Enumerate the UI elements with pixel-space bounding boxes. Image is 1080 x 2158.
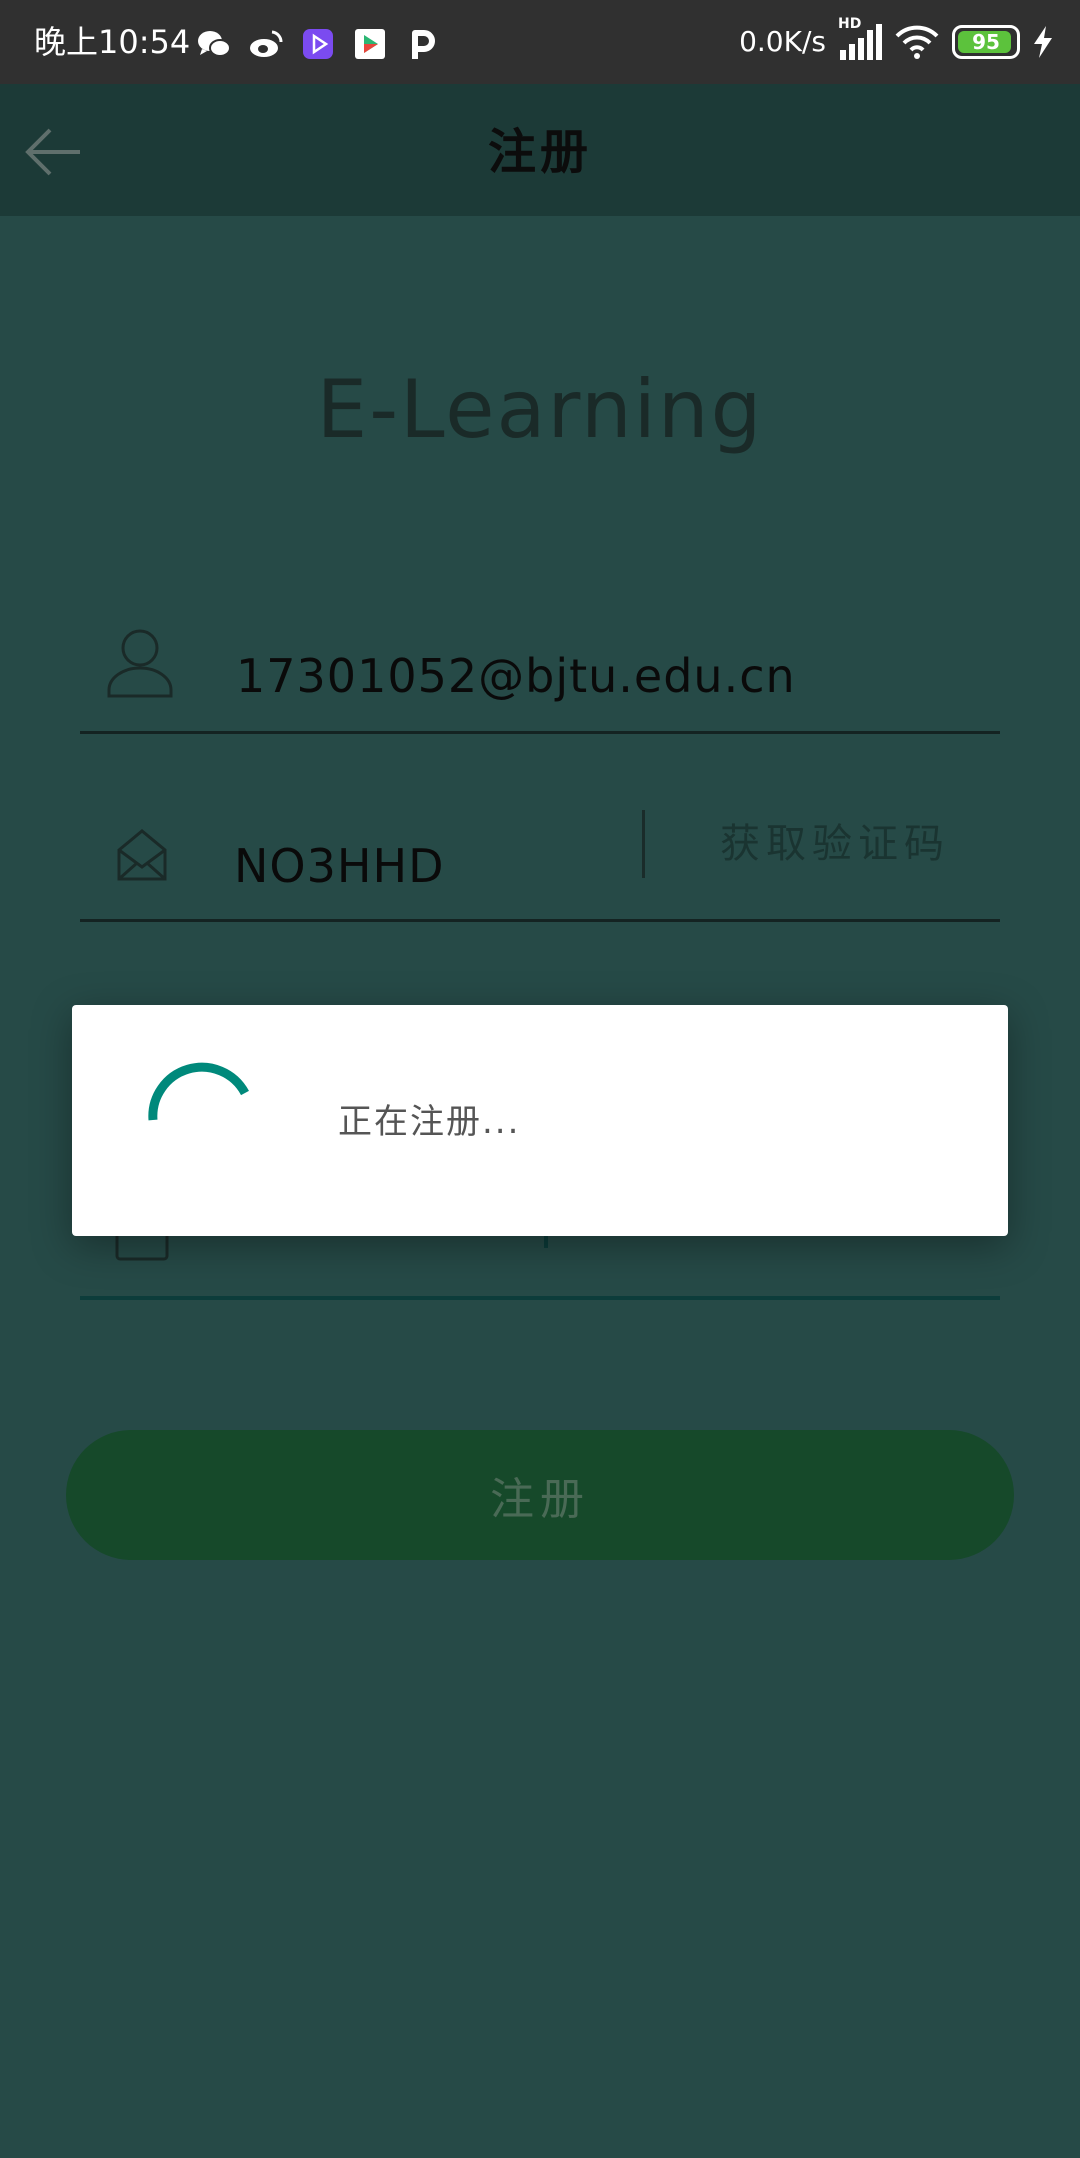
status-bar: 晚上10:54 0.0K/s HD 95 (0, 0, 1080, 84)
play-store-icon (352, 26, 388, 62)
register-button[interactable]: 注册 (66, 1430, 1014, 1560)
page-title: 注册 (487, 124, 592, 180)
app-logo-text: E-Learning (316, 363, 764, 456)
code-underline (80, 919, 1000, 922)
net-speed: 0.0K/s (739, 25, 826, 58)
wifi-icon (894, 22, 940, 62)
email-underline (80, 731, 1000, 734)
code-field-row[interactable]: NO3HHD 获取验证码 (80, 810, 1000, 922)
envelope-icon (116, 828, 168, 886)
user-icon (106, 628, 174, 702)
password-underline (80, 1296, 1000, 1300)
p-app-icon (404, 26, 440, 62)
app-toolbar: 注册 (0, 84, 1080, 216)
battery-level: 95 (972, 30, 1000, 54)
register-button-label: 注册 (490, 1474, 590, 1525)
loading-spinner-icon (148, 1062, 249, 1121)
signal-icon: HD (838, 16, 882, 62)
code-divider (642, 810, 645, 878)
weibo-icon (248, 26, 284, 62)
battery-indicator: 95 (952, 25, 1020, 59)
progress-dialog: 正在注册... (72, 1005, 1008, 1236)
dialog-message: 正在注册... (338, 1102, 521, 1142)
status-right: 0.0K/s HD 95 (739, 16, 1054, 64)
hd-label: HD (838, 16, 862, 32)
email-field-row[interactable]: 17301052@bjtu.edu.cn (80, 620, 1000, 734)
email-input[interactable]: 17301052@bjtu.edu.cn (236, 646, 796, 706)
status-app-icons (196, 22, 440, 66)
get-code-button[interactable]: 获取验证码 (720, 816, 950, 872)
charging-icon (1032, 25, 1054, 59)
code-input[interactable]: NO3HHD (234, 836, 444, 896)
wechat-icon (196, 26, 232, 62)
video-app-icon (300, 26, 336, 62)
status-time: 晚上10:54 (34, 23, 191, 61)
